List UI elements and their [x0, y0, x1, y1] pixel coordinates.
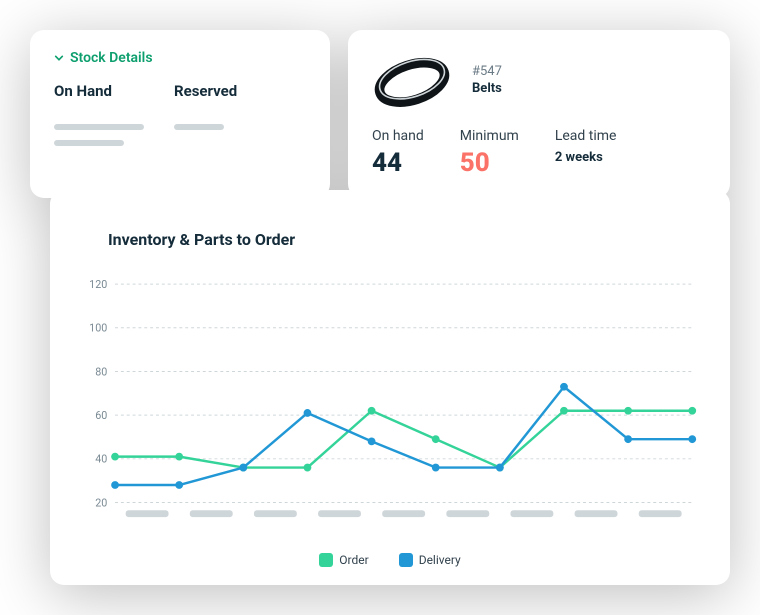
on-hand-label: On Hand	[54, 82, 144, 100]
reserved-column: Reserved	[174, 82, 237, 156]
on-hand-stat-label: On hand	[372, 128, 424, 144]
chart-panel: Inventory & Parts to Order 20 40 60 80 100 12…	[50, 190, 730, 585]
inventory-chart: 20 40 60 80 100 120	[78, 265, 702, 545]
stat-on-hand: On hand 44	[372, 128, 424, 178]
item-sku: #547	[472, 64, 502, 79]
legend-order-label: Order	[339, 553, 368, 567]
svg-text:60: 60	[95, 409, 107, 422]
minimum-stat-value: 50	[460, 148, 519, 178]
stock-details-toggle[interactable]: Stock Details	[54, 50, 306, 66]
stat-minimum: Minimum 50	[460, 128, 519, 178]
svg-text:20: 20	[95, 496, 107, 509]
svg-text:80: 80	[95, 365, 107, 378]
legend-delivery: Delivery	[399, 553, 461, 567]
minimum-stat-label: Minimum	[460, 128, 519, 144]
legend-swatch-delivery	[399, 553, 413, 567]
stat-lead-time: Lead time 2 weeks	[555, 128, 617, 165]
svg-text:40: 40	[95, 453, 107, 466]
placeholder-line	[54, 140, 124, 146]
lead-time-stat-label: Lead time	[555, 128, 617, 144]
placeholder-line	[174, 124, 224, 130]
placeholder-line	[54, 124, 144, 130]
belt-icon	[372, 50, 452, 110]
legend-order: Order	[319, 553, 368, 567]
chart-legend: Order Delivery	[78, 553, 702, 567]
lead-time-stat-value: 2 weeks	[555, 150, 617, 165]
reserved-label: Reserved	[174, 82, 237, 100]
item-name: Belts	[472, 81, 502, 96]
svg-text:100: 100	[89, 322, 107, 335]
legend-swatch-order	[319, 553, 333, 567]
stock-details-title: Stock Details	[70, 50, 153, 66]
on-hand-stat-value: 44	[372, 148, 424, 178]
stock-details-card: Stock Details On Hand Reserved	[30, 30, 330, 198]
on-hand-column: On Hand	[54, 82, 144, 156]
item-card: #547 Belts On hand 44 Minimum 50 Lead ti…	[348, 30, 730, 198]
chart-title: Inventory & Parts to Order	[108, 230, 702, 249]
legend-delivery-label: Delivery	[419, 553, 461, 567]
chevron-down-icon	[54, 53, 64, 63]
svg-text:120: 120	[89, 278, 107, 291]
